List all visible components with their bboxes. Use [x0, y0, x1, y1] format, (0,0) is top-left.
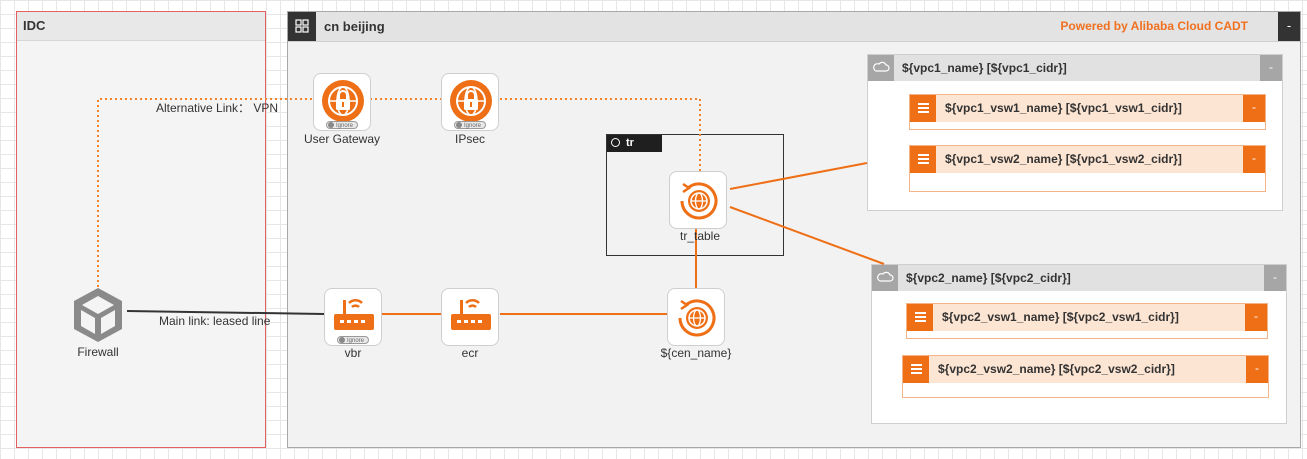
vpc1-vsw2-box: ${vpc1_vsw2_name} [${vpc1_vsw2_cidr}] -: [909, 145, 1266, 192]
cen-label: ${cen_name}: [660, 346, 732, 360]
powered-by-text: Powered by Alibaba Cloud CADT: [1060, 19, 1248, 33]
tr-table-node[interactable]: [669, 171, 727, 229]
tr-zone-tag: tr: [607, 135, 662, 152]
vpc1-vsw1-box: ${vpc1_vsw1_name} [${vpc1_vsw1_cidr}] -: [909, 94, 1266, 130]
tr-table-label: tr_table: [679, 229, 721, 243]
firewall-node[interactable]: [68, 284, 128, 344]
router-icon: [451, 298, 491, 330]
vpc1-vsw1-collapse-button[interactable]: -: [1243, 95, 1265, 122]
vswitch-icon: [907, 304, 933, 331]
vpc2-vsw1-collapse-button[interactable]: -: [1245, 304, 1267, 331]
cen-node[interactable]: [667, 288, 725, 346]
vpc2-vsw2-title: ${vpc2_vsw2_name} [${vpc2_vsw2_cidr}]: [938, 362, 1175, 376]
vpc2-vsw2-collapse-button[interactable]: -: [1246, 356, 1268, 383]
idc-zone-title: IDC: [17, 12, 265, 41]
vpc2-header: ${vpc2_name} [${vpc2_cidr}] -: [872, 265, 1286, 291]
firewall-icon: [74, 288, 122, 342]
region-grid-icon: [288, 12, 316, 41]
user-gateway-label: User Gateway: [303, 132, 381, 146]
region-collapse-button[interactable]: -: [1278, 12, 1300, 41]
ipsec-node[interactable]: Ignore: [441, 73, 499, 131]
vpc2-title: ${vpc2_name} [${vpc2_cidr}]: [906, 271, 1071, 285]
tr-icon: [611, 138, 620, 147]
vpc1-vsw2-collapse-button[interactable]: -: [1243, 146, 1265, 173]
vpc2-box: ${vpc2_name} [${vpc2_cidr}] -: [871, 264, 1287, 424]
vpc1-header: ${vpc1_name} [${vpc1_cidr}] -: [868, 55, 1282, 81]
vpc1-vsw1-title: ${vpc1_vsw1_name} [${vpc1_vsw1_cidr}]: [945, 101, 1182, 115]
ecr-node[interactable]: [441, 288, 499, 346]
main-link-label: Main link: leased line: [159, 314, 271, 328]
vpc-cloud-icon: [872, 265, 898, 291]
region-title: cn beijing: [324, 19, 385, 34]
firewall-label: Firewall: [77, 345, 119, 359]
vpc-cloud-icon: [868, 55, 894, 81]
tr-zone-title: tr: [626, 137, 634, 149]
cen-globe-icon: [680, 182, 718, 220]
vswitch-icon: [910, 95, 936, 122]
idc-zone: IDC: [16, 11, 266, 448]
vpc2-collapse-button[interactable]: -: [1264, 265, 1286, 291]
vpc1-title: ${vpc1_name} [${vpc1_cidr}]: [902, 61, 1067, 75]
vpc2-vsw2-box: ${vpc2_vsw2_name} [${vpc2_vsw2_cidr}] -: [902, 355, 1269, 398]
vswitch-icon: [903, 356, 929, 383]
ignore-badge: Ignore: [337, 336, 369, 344]
vbr-label: vbr: [344, 346, 362, 360]
ecr-label: ecr: [461, 346, 479, 360]
vpc2-vsw1-title: ${vpc2_vsw1_name} [${vpc2_vsw1_cidr}]: [942, 310, 1179, 324]
vpc1-collapse-button[interactable]: -: [1260, 55, 1282, 81]
vpn-link-label: Alternative Link： VPN: [156, 101, 279, 115]
vpc1-vsw2-title: ${vpc1_vsw2_name} [${vpc1_vsw2_cidr}]: [945, 152, 1182, 166]
ignore-badge: Ignore: [454, 121, 486, 129]
user-gateway-node[interactable]: Ignore: [313, 73, 371, 131]
region-header: cn beijing Powered by Alibaba Cloud CADT…: [288, 12, 1300, 42]
vbr-node[interactable]: Ignore: [324, 288, 382, 346]
ignore-badge: Ignore: [326, 121, 358, 129]
vpc2-vsw1-box: ${vpc2_vsw1_name} [${vpc2_vsw1_cidr}] -: [906, 303, 1268, 339]
ipsec-label: IPsec: [454, 132, 486, 146]
vswitch-icon: [910, 146, 936, 173]
cen-globe-icon: [678, 299, 716, 337]
